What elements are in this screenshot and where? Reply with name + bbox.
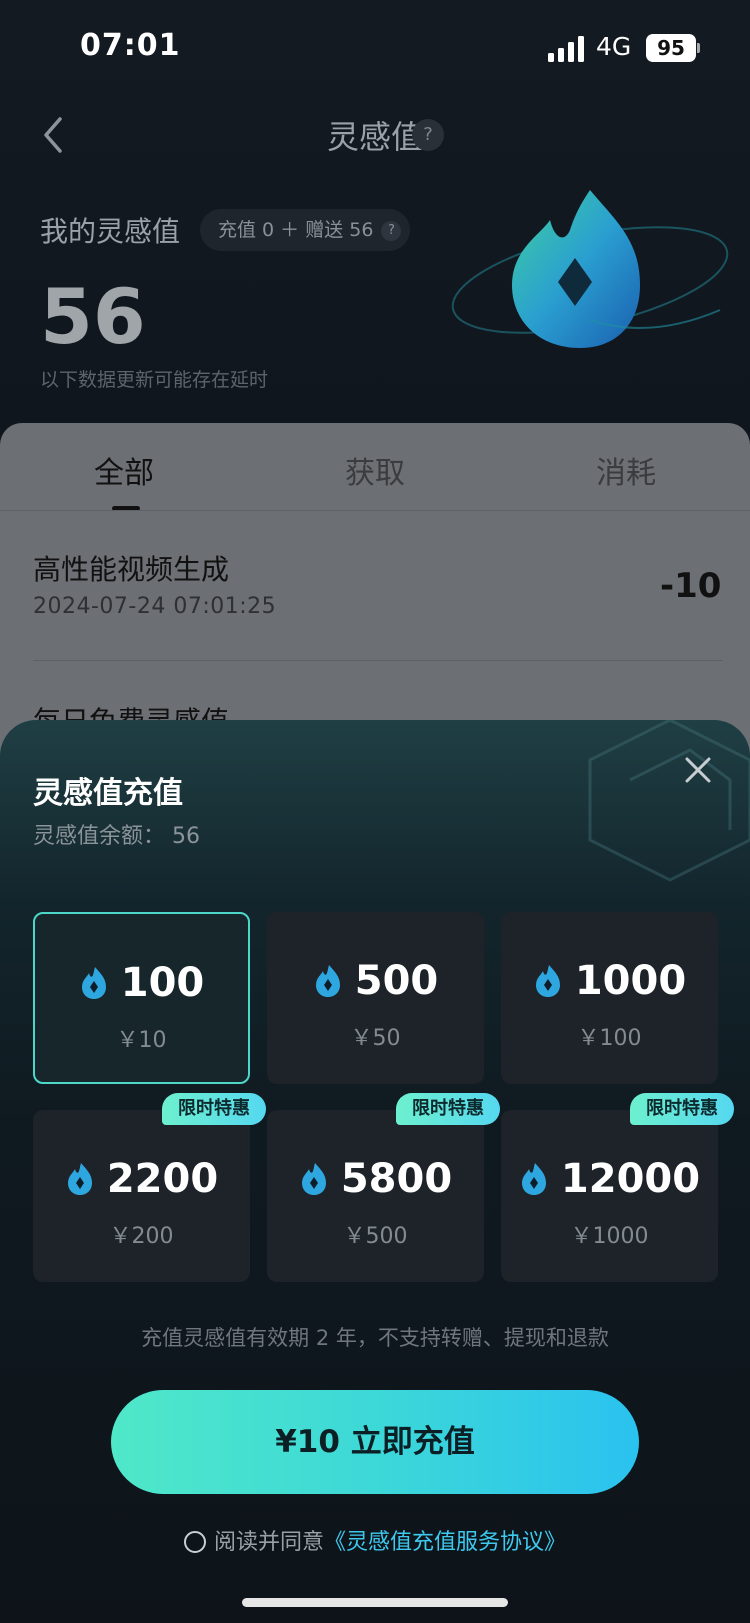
tab-divider <box>0 510 750 511</box>
package-price: ￥10 <box>116 1028 167 1053</box>
agreement-link[interactable]: 《灵感值充值服务协议》 <box>324 1530 566 1555</box>
record-title: 高性能视频生成 <box>33 553 230 586</box>
network-label: 4G <box>596 32 632 61</box>
promo-badge: 限时特惠 <box>396 1093 500 1125</box>
agree-checkbox[interactable] <box>183 1531 206 1553</box>
record-value: -10 <box>660 566 722 606</box>
agreement-row: 阅读并同意《灵感值充值服务协议》 <box>0 1524 750 1556</box>
package-card-100[interactable]: 100 ￥10 <box>33 912 250 1084</box>
question-icon: ? <box>381 220 402 241</box>
promo-badge: 限时特惠 <box>630 1093 734 1125</box>
battery-tip <box>697 43 700 53</box>
package-card-5800[interactable]: 5800 ￥500 <box>267 1110 484 1282</box>
flame-icon <box>81 967 106 999</box>
decorative-pattern <box>588 720 750 882</box>
battery-icon: 95 <box>646 34 696 62</box>
sheet-balance: 灵感值余额： 56 <box>33 824 200 849</box>
package-price: ￥500 <box>343 1224 408 1249</box>
package-amount: 1000 <box>574 958 687 1004</box>
tab-all[interactable]: 全部 <box>94 448 154 492</box>
tab-consumed[interactable]: 消耗 <box>596 448 656 492</box>
home-indicator <box>242 1598 508 1607</box>
points-breakdown-pill[interactable]: 充值 0 ＋ 赠送 56? <box>200 209 410 251</box>
my-points-label: 我的灵感值 <box>40 215 181 248</box>
status-time: 07:01 <box>80 28 181 63</box>
package-price: ￥50 <box>350 1026 401 1051</box>
points-breakdown-text: 充值 0 ＋ 赠送 56 <box>218 219 374 241</box>
flame-icon <box>315 965 340 997</box>
flame-icon <box>67 1163 92 1195</box>
flame-logo-icon <box>451 190 729 348</box>
record-divider <box>33 660 723 661</box>
agree-text: 阅读并同意 <box>213 1530 324 1555</box>
page-title: 灵感值 <box>326 118 423 156</box>
package-amount: 5800 <box>340 1156 453 1202</box>
package-amount: 12000 <box>560 1156 701 1202</box>
package-card-500[interactable]: 500 ￥50 <box>267 912 484 1084</box>
delay-note: 以下数据更新可能存在延时 <box>40 369 269 391</box>
sheet-title: 灵感值充值 <box>33 776 183 811</box>
promo-badge: 限时特惠 <box>162 1093 266 1125</box>
package-price: ￥1000 <box>570 1224 649 1249</box>
recharge-now-button[interactable]: ¥10 立即充值 <box>111 1390 639 1494</box>
close-icon[interactable] <box>683 755 713 785</box>
help-icon[interactable]: ? <box>412 119 444 151</box>
package-card-12000[interactable]: 12000 ￥1000 <box>501 1110 718 1282</box>
package-card-1000[interactable]: 1000 ￥100 <box>501 912 718 1084</box>
record-time: 2024-07-24 07:01:25 <box>33 594 277 619</box>
package-price: ￥200 <box>109 1224 174 1249</box>
points-value: 56 <box>40 272 146 361</box>
package-amount: 2200 <box>106 1156 219 1202</box>
flame-icon <box>535 965 560 997</box>
flame-icon <box>301 1163 326 1195</box>
flame-icon <box>521 1163 546 1195</box>
recharge-note: 充值灵感值有效期 2 年，不支持转赠、提现和退款 <box>141 1326 609 1350</box>
package-amount: 100 <box>120 960 205 1006</box>
package-card-2200[interactable]: 2200 ￥200 <box>33 1110 250 1282</box>
package-price: ￥100 <box>577 1026 642 1051</box>
tab-earned[interactable]: 获取 <box>345 448 405 492</box>
signal-icon <box>548 36 584 62</box>
package-amount: 500 <box>354 958 439 1004</box>
